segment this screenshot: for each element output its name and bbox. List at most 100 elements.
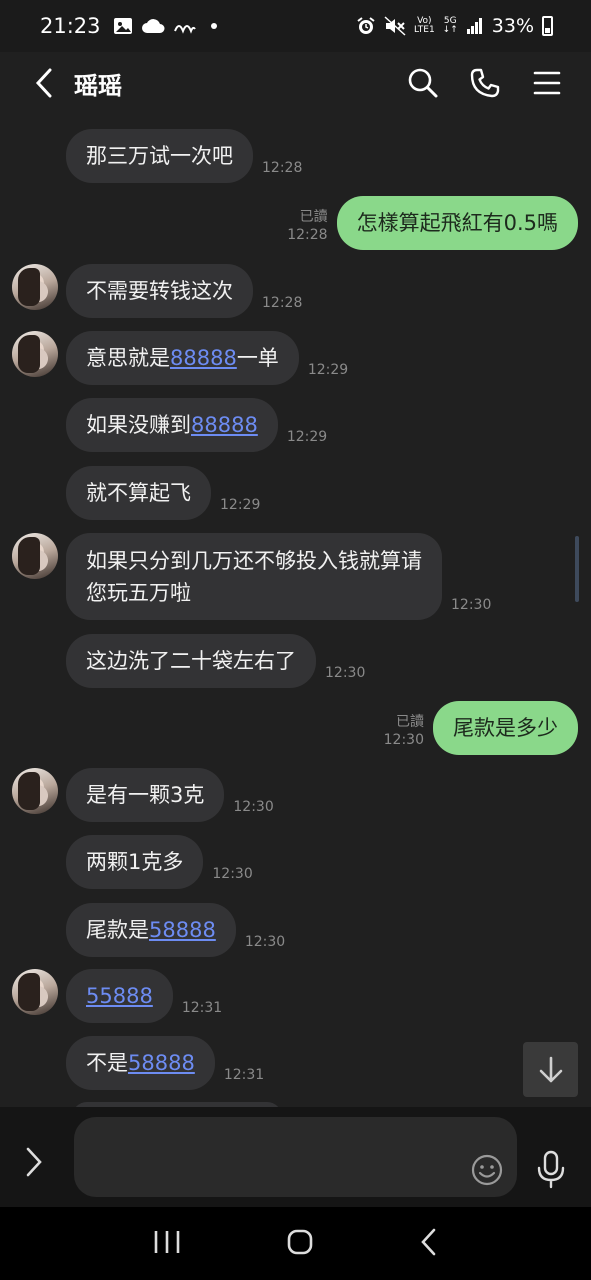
message-bubble[interactable]: 尾款是 58888 xyxy=(66,903,236,957)
outgoing-message: 已讀 12:30 尾款是多少 xyxy=(384,701,578,755)
incoming-message: 那三万试一次吧 12:28 xyxy=(66,129,302,183)
message-link[interactable]: 88888 xyxy=(191,409,258,441)
message-time: 12:30 xyxy=(212,866,253,882)
voice-button[interactable] xyxy=(536,1150,566,1194)
message-bubble[interactable]: 两颗1克多 xyxy=(66,835,204,889)
outgoing-message: 已讀 12:28 怎樣算起飛紅有0.5嗎 xyxy=(287,196,578,250)
input-bar xyxy=(0,1107,591,1207)
message-text: 两颗1克多 xyxy=(86,850,184,874)
message-bubble[interactable]: 那三万试一次吧 xyxy=(66,129,253,183)
incoming-message: 不需要转钱这次 12:28 xyxy=(66,264,302,318)
scrollbar[interactable] xyxy=(575,536,579,602)
avatar[interactable] xyxy=(12,264,58,310)
message-text: 如果只分到几万还不够投入钱就算请 xyxy=(86,548,422,573)
incoming-message: 如果只分到几万还不够投入钱就算请您玩五万啦 12:30 xyxy=(66,533,491,620)
recents-button[interactable] xyxy=(153,1229,181,1259)
message-bubble[interactable]: 不需要转钱这次 xyxy=(66,264,253,318)
message-meta: 12:30 xyxy=(325,664,365,682)
lte-label: LTE1 xyxy=(413,25,435,35)
back-nav-button[interactable] xyxy=(419,1228,439,1260)
message-text: 不是 xyxy=(86,1051,128,1075)
message-bubble[interactable]: 意思就是 88888 一单 xyxy=(66,331,299,385)
incoming-message: 不是 58888 12:31 xyxy=(66,1036,264,1090)
recents-icon xyxy=(154,1230,179,1253)
message-input[interactable] xyxy=(74,1117,517,1197)
alarm-icon xyxy=(357,17,375,34)
message-meta: 12:31 xyxy=(182,999,222,1017)
status-time: 21:23 xyxy=(40,14,101,38)
message-bubble[interactable]: 这边洗了二十袋左右了 xyxy=(66,634,316,688)
scroll-down-button[interactable] xyxy=(523,1042,578,1097)
arrow-down-icon xyxy=(539,1056,562,1082)
message-bubble[interactable]: 不是 58888 xyxy=(66,1036,215,1090)
message-line: 如果只分到几万还不够投入钱就算请 xyxy=(86,545,422,577)
incoming-message: 是有一颗3克 12:30 xyxy=(66,768,274,822)
back-button[interactable] xyxy=(24,63,64,103)
message-meta: 12:28 xyxy=(262,159,302,177)
message-time: 12:28 xyxy=(262,295,303,311)
message-meta: 12:30 xyxy=(233,798,273,816)
message-bubble[interactable]: 55888 xyxy=(66,969,173,1023)
home-button[interactable] xyxy=(286,1228,314,1260)
network-type: 5G ↓↑ xyxy=(442,16,458,35)
message-meta: 12:29 xyxy=(220,496,260,514)
signal-bars-icon xyxy=(466,18,482,34)
chat-header: 瑶瑶 xyxy=(0,52,591,114)
message-link[interactable]: 88888 xyxy=(170,342,237,374)
contact-name[interactable]: 瑶瑶 xyxy=(74,66,122,101)
message-bubble[interactable]: 怎樣算起飛紅有0.5嗎 xyxy=(336,196,578,250)
message-meta: 12:28 xyxy=(262,294,302,312)
emoji-button[interactable] xyxy=(470,1153,504,1191)
message-meta: 已讀 12:28 xyxy=(287,208,327,244)
expand-button[interactable] xyxy=(24,1147,44,1181)
avatar[interactable] xyxy=(12,533,58,579)
message-text: 那三万试一次吧 xyxy=(86,144,233,168)
read-receipt: 已讀 xyxy=(299,209,328,225)
message-time: 12:30 xyxy=(451,597,492,613)
message-bubble[interactable]: 如果只分到几万还不够投入钱就算请您玩五万啦 xyxy=(66,533,442,620)
avatar[interactable] xyxy=(12,969,58,1015)
message-bubble[interactable]: 就不算起飞 xyxy=(66,466,211,520)
message-time: 12:28 xyxy=(287,227,328,243)
call-button[interactable] xyxy=(467,65,503,101)
incoming-message: 两颗1克多 12:30 xyxy=(66,835,253,889)
message-link[interactable]: 55888 xyxy=(86,980,153,1012)
chevron-right-icon xyxy=(26,1147,42,1177)
back-nav-icon xyxy=(420,1228,435,1255)
system-icons: Vo) LTE1 5G ↓↑ 33% xyxy=(356,15,553,37)
message-text: 尾款是 xyxy=(86,918,149,942)
cloud-icon xyxy=(141,19,165,33)
message-text: 就不算起飞 xyxy=(86,481,191,505)
message-text: 一单 xyxy=(236,346,279,370)
incoming-message: 尾款是 58888 12:30 xyxy=(66,903,285,957)
message-meta: 12:30 xyxy=(245,933,285,951)
message-meta: 12:29 xyxy=(308,361,348,379)
message-meta: 12:30 xyxy=(212,865,252,883)
message-link[interactable]: 58888 xyxy=(128,1047,195,1079)
home-icon xyxy=(287,1229,312,1254)
system-nav-bar xyxy=(0,1207,591,1280)
search-button[interactable] xyxy=(405,65,441,101)
message-text: 怎樣算起飛紅有0.5嗎 xyxy=(356,211,558,235)
message-link[interactable]: 58888 xyxy=(149,914,216,946)
incoming-message: 如果没赚到 88888 12:29 xyxy=(66,398,327,452)
message-time: 12:28 xyxy=(262,160,303,176)
menu-icon xyxy=(533,71,561,95)
dot-icon xyxy=(210,23,217,29)
gallery-icon xyxy=(113,18,132,34)
message-bubble[interactable]: 是有一颗3克 xyxy=(66,768,225,822)
message-line: 您玩五万啦 xyxy=(86,577,191,609)
incoming-message: 意思就是 88888 一单 12:29 xyxy=(66,331,348,385)
search-icon xyxy=(408,68,438,98)
message-text: 尾款是多少 xyxy=(453,716,558,740)
message-time: 12:29 xyxy=(286,429,328,445)
message-bubble[interactable]: 尾款是多少 xyxy=(433,701,578,755)
menu-button[interactable] xyxy=(529,65,565,101)
message-time: 12:29 xyxy=(220,497,261,513)
battery-percent: 33% xyxy=(491,15,534,37)
status-bar: 21:23 Vo) LTE1 5G ↓↑ 33% xyxy=(0,0,591,52)
avatar[interactable] xyxy=(12,768,58,814)
phone-icon xyxy=(470,68,500,98)
avatar[interactable] xyxy=(12,331,58,377)
message-bubble[interactable]: 如果没赚到 88888 xyxy=(66,398,278,452)
